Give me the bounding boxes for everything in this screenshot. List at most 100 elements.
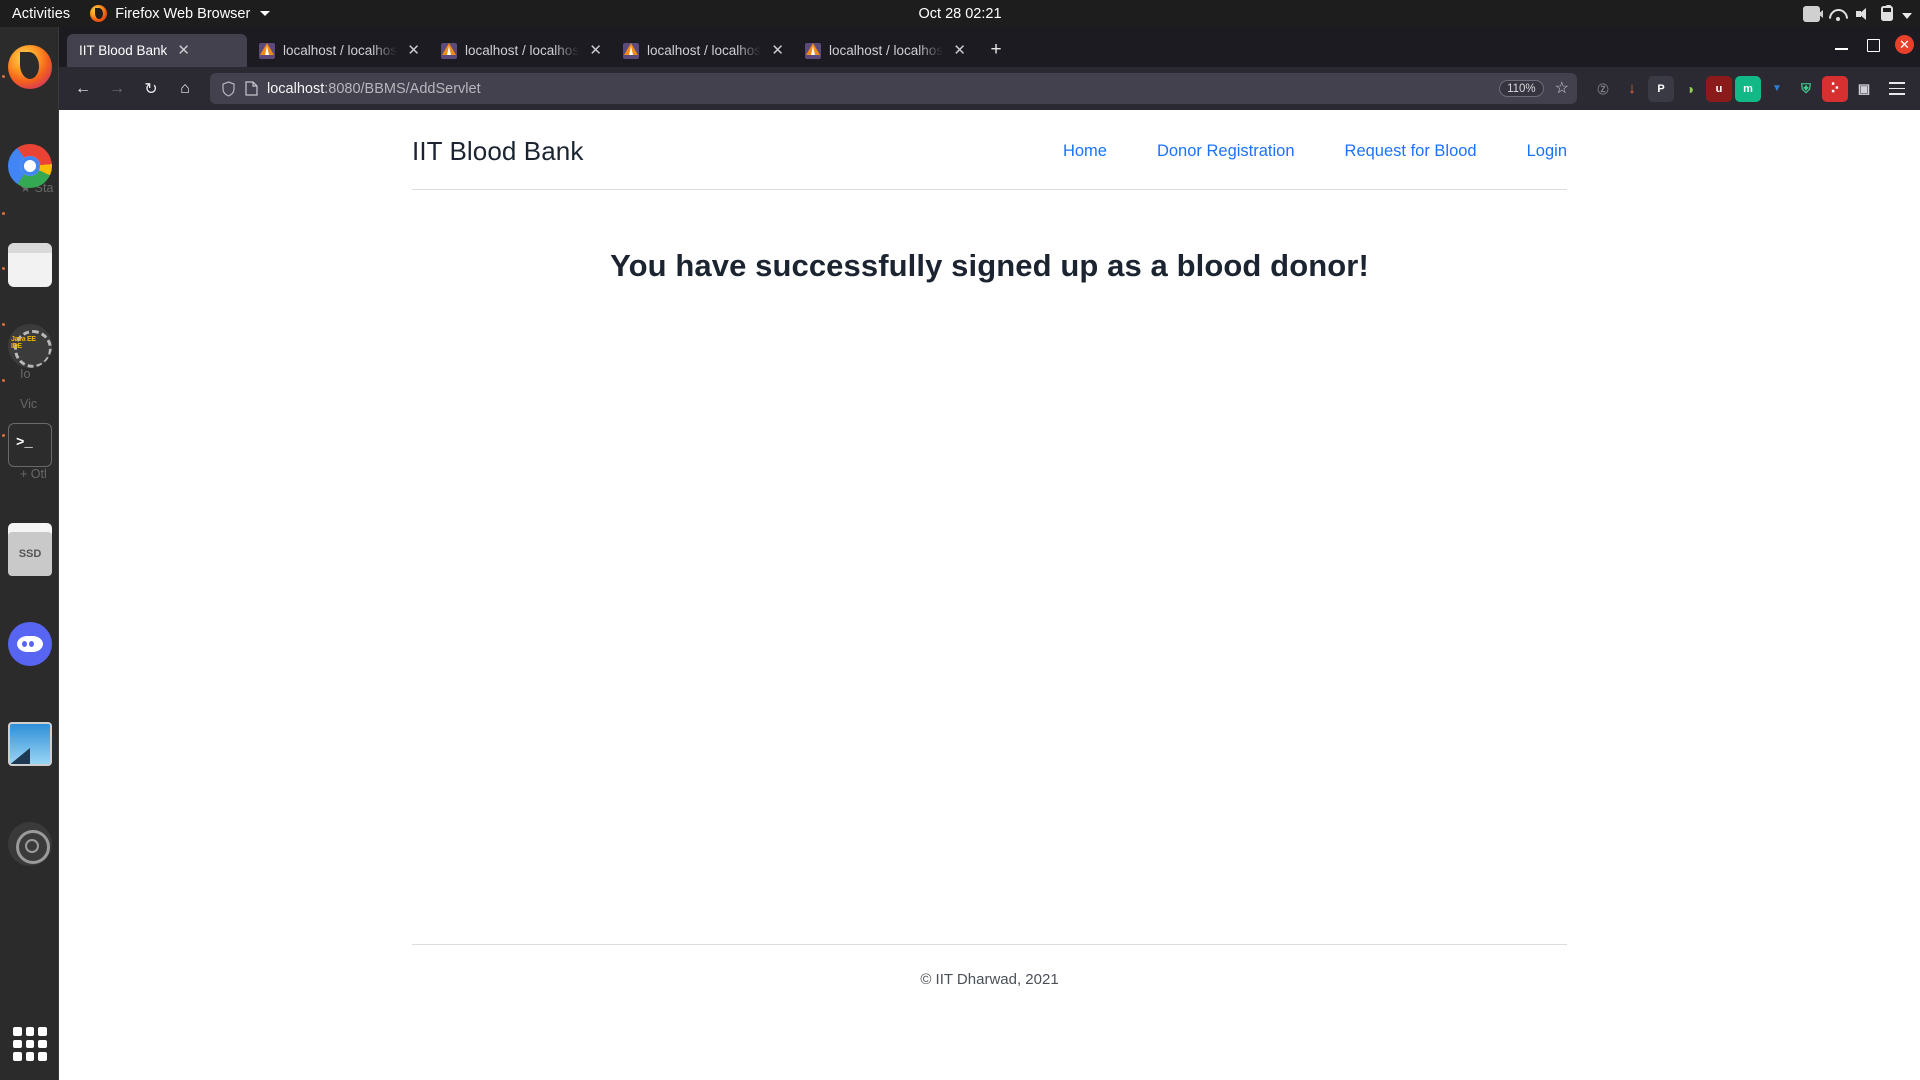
- firefox-window: IIT Blood Bank ✕ localhost / localhost /…: [59, 27, 1920, 1080]
- wifi-icon: [1829, 6, 1846, 22]
- pocket-icon[interactable]: Ⓩ: [1590, 76, 1616, 102]
- app-menu-label: Firefox Web Browser: [115, 5, 251, 22]
- gnome-top-bar: Activities Firefox Web Browser Oct 28 02…: [0, 0, 1920, 27]
- site-brand[interactable]: IIT Blood Bank: [412, 136, 583, 167]
- close-window-button[interactable]: ✕: [1895, 35, 1914, 54]
- close-tab-icon[interactable]: ✕: [769, 43, 786, 58]
- forward-button[interactable]: →: [101, 73, 133, 105]
- dock-item-discord[interactable]: [8, 622, 52, 666]
- maximize-button[interactable]: [1864, 36, 1881, 53]
- nav-link-login[interactable]: Login: [1502, 142, 1567, 161]
- downloads-icon[interactable]: ↓: [1619, 76, 1645, 102]
- bookmark-star-icon[interactable]: ☆: [1553, 80, 1569, 97]
- dock-item-settings[interactable]: [8, 822, 52, 866]
- p-extension-icon[interactable]: P: [1648, 75, 1674, 102]
- tab-title: localhost / localhost / blo: [465, 43, 580, 58]
- extensions-tray: Ⓩ ↓ P ◑ u m ▼ ⛨ ⠕ ▣: [1586, 75, 1877, 102]
- nav-link-donor-registration[interactable]: Donor Registration: [1132, 142, 1320, 161]
- app-grid-dot: [38, 1052, 47, 1061]
- power-menu-icon[interactable]: [1902, 12, 1912, 19]
- new-tab-button[interactable]: +: [983, 37, 1009, 63]
- firefox-icon: [90, 5, 108, 22]
- overview-ghost-text: Io: [20, 367, 31, 381]
- app-grid-dot: [25, 1052, 35, 1061]
- shield-extension-icon[interactable]: ⛨: [1793, 76, 1819, 102]
- open-menu-button[interactable]: [1882, 74, 1912, 104]
- phpmyadmin-icon: [441, 42, 457, 59]
- show-applications-button[interactable]: [8, 1022, 52, 1066]
- url-text: localhost:8080/BBMS/AddServlet: [267, 81, 1490, 97]
- java-ide-badge: Java EE IDE: [11, 336, 36, 350]
- app-grid-dot: [38, 1027, 47, 1036]
- tab-strip: IIT Blood Bank ✕ localhost / localhost /…: [59, 27, 1920, 67]
- page-icon: [245, 81, 258, 96]
- app-grid-dot: [38, 1039, 47, 1049]
- url-path: :8080/BBMS/AddServlet: [324, 80, 481, 97]
- phpmyadmin-icon: [259, 42, 275, 59]
- browser-tab[interactable]: localhost / localhost / blo ✕: [611, 34, 793, 67]
- minimize-button[interactable]: [1833, 36, 1850, 53]
- green-extension-icon[interactable]: ◑: [1677, 76, 1703, 102]
- screencast-icon: [1803, 5, 1823, 22]
- browser-tab[interactable]: localhost / localhost / blo ✕: [247, 34, 429, 67]
- battery-icon: [1881, 4, 1893, 21]
- site-navigation: Home Donor Registration Request for Bloo…: [1038, 142, 1567, 161]
- overview-ghost-text: Vic: [20, 397, 38, 411]
- dock-item-firefox[interactable]: [8, 45, 52, 89]
- hero-section: You have successfully signed up as a blo…: [412, 190, 1567, 284]
- close-tab-icon[interactable]: ✕: [405, 43, 422, 58]
- url-host: localhost: [267, 80, 325, 97]
- close-tab-icon[interactable]: ✕: [951, 43, 968, 58]
- site-header: IIT Blood Bank Home Donor Registration R…: [412, 110, 1567, 190]
- browser-tab[interactable]: localhost / localhost / blo ✕: [429, 34, 611, 67]
- zoom-level-badge[interactable]: 110%: [1499, 80, 1544, 97]
- app-grid-dot: [13, 1027, 22, 1036]
- shield-icon: [222, 80, 235, 97]
- dock-item-java-ide[interactable]: Java EE IDE: [8, 324, 52, 368]
- account-icon[interactable]: ▣: [1851, 76, 1877, 102]
- running-indicator: [1, 434, 5, 437]
- app-grid-dot: [13, 1052, 22, 1061]
- clock[interactable]: Oct 28 02:21: [0, 6, 1920, 22]
- tab-title: localhost / localhost / blo: [283, 43, 398, 58]
- footer-text: © IIT Dharwad, 2021: [920, 971, 1059, 988]
- ublock-icon[interactable]: u: [1706, 75, 1732, 102]
- overview-ghost-text: + Otl: [20, 467, 47, 481]
- running-indicator: [1, 212, 5, 215]
- reload-button[interactable]: ↻: [135, 73, 167, 105]
- back-button[interactable]: ←: [67, 73, 99, 105]
- m-extension-icon[interactable]: m: [1735, 75, 1761, 102]
- dock-item-chrome[interactable]: [8, 144, 52, 188]
- dock-item-image-viewer[interactable]: [8, 722, 52, 766]
- site-footer: © IIT Dharwad, 2021: [412, 944, 1567, 988]
- close-tab-icon[interactable]: ✕: [587, 43, 604, 58]
- blue-extension-icon[interactable]: ▼: [1764, 76, 1790, 102]
- tab-title: localhost / localhost / blo: [829, 43, 944, 58]
- running-indicator: [1, 75, 5, 78]
- system-tray[interactable]: [1803, 4, 1912, 22]
- nav-link-home[interactable]: Home: [1038, 142, 1132, 161]
- menu-line: [1889, 87, 1905, 90]
- phpmyadmin-icon: [805, 42, 821, 59]
- menu-line: [1889, 82, 1905, 85]
- url-bar[interactable]: localhost:8080/BBMS/AddServlet 110% ☆: [210, 73, 1577, 104]
- home-button[interactable]: ⌂: [169, 73, 201, 105]
- app-grid-dot: [25, 1039, 35, 1049]
- nav-link-request-for-blood[interactable]: Request for Blood: [1320, 142, 1502, 161]
- red-pen-extension-icon[interactable]: ⠕: [1822, 75, 1848, 102]
- dock-item-terminal[interactable]: [8, 423, 52, 467]
- chevron-down-icon: [260, 11, 271, 16]
- app-menu-button[interactable]: Firefox Web Browser: [84, 5, 276, 22]
- app-grid-dot: [25, 1027, 35, 1036]
- activities-button[interactable]: Activities: [0, 6, 84, 22]
- success-heading: You have successfully signed up as a blo…: [610, 248, 1369, 283]
- browser-tab[interactable]: localhost / localhost / blo ✕: [793, 34, 975, 67]
- dock-item-files[interactable]: [8, 243, 52, 287]
- browser-tab[interactable]: IIT Blood Bank ✕: [67, 34, 247, 67]
- window-controls: ✕: [1833, 35, 1914, 54]
- phpmyadmin-icon: [623, 42, 639, 59]
- dock-item-ssd-drive[interactable]: SSD: [8, 532, 52, 576]
- content-container: IIT Blood Bank Home Donor Registration R…: [412, 110, 1567, 1080]
- app-grid-dot: [13, 1039, 22, 1049]
- close-tab-icon[interactable]: ✕: [175, 43, 192, 58]
